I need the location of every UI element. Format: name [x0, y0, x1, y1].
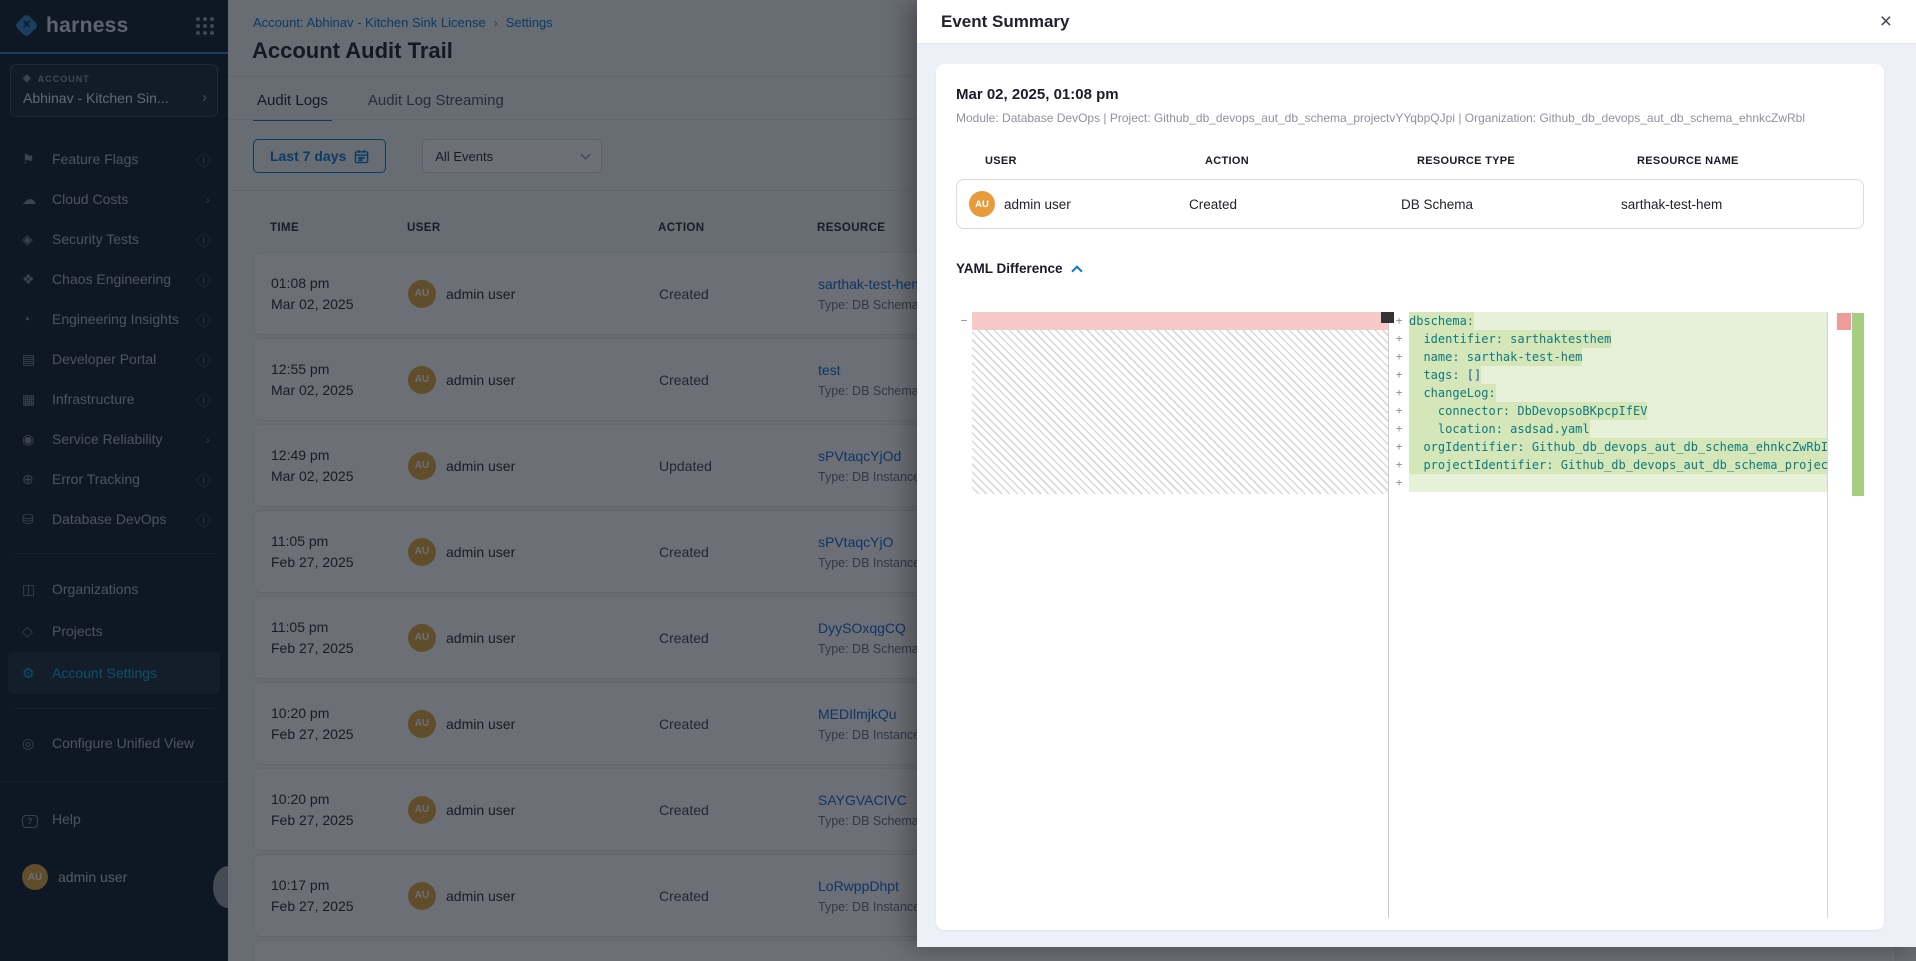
- diff-inserted-line: + connector: DbDevopsoBKpcpIfEV: [1389, 402, 1827, 420]
- drawer-title: Event Summary: [941, 12, 1874, 32]
- event-card: Mar 02, 2025, 01:08 pm Module: Database …: [936, 64, 1884, 930]
- diff-insert-gutter: +: [1389, 474, 1409, 492]
- diff-insert-gutter: +: [1389, 456, 1409, 474]
- diff-deleted-line: [972, 312, 1388, 330]
- event-user: admin user: [1004, 197, 1071, 212]
- yaml-difference-toggle[interactable]: YAML Difference: [956, 261, 1116, 276]
- col-action: ACTION: [1205, 155, 1417, 167]
- yaml-difference-label: YAML Difference: [956, 261, 1063, 276]
- diff-insert-gutter: +: [1389, 366, 1409, 384]
- diff-code-border: [1827, 312, 1828, 918]
- app-root: ✕ harness ◈ ACCOUNT Abhinav - Kitchen Si…: [0, 0, 1916, 961]
- diff-inserted-line: + tags: []: [1389, 366, 1827, 384]
- overview-ruler-delete-marker: [1837, 313, 1851, 330]
- diff-inserted-line: +: [1389, 474, 1827, 492]
- overview-ruler-insert-marker: [1852, 313, 1864, 496]
- diff-insert-gutter: +: [1389, 330, 1409, 348]
- diff-inserted-line: + location: asdsad.yaml: [1389, 420, 1827, 438]
- diff-inserted-line: + orgIdentifier: Github_db_devops_aut_db…: [1389, 438, 1827, 456]
- event-table-header: USER ACTION RESOURCE TYPE RESOURCE NAME: [956, 155, 1864, 167]
- chevron-up-icon: [1071, 265, 1082, 276]
- diff-inserted-line: + changeLog:: [1389, 384, 1827, 402]
- diff-inserted-line: + name: sarthak-test-hem: [1389, 348, 1827, 366]
- event-action: Created: [1189, 197, 1401, 212]
- diff-empty-region: [972, 330, 1388, 494]
- avatar: AU: [969, 191, 995, 217]
- event-summary-drawer: Event Summary × Mar 02, 2025, 01:08 pm M…: [917, 0, 1916, 947]
- diff-inserted-line: + projectIdentifier: Github_db_devops_au…: [1389, 456, 1827, 474]
- col-user: USER: [985, 155, 1205, 167]
- diff-original-pane: −: [956, 312, 1388, 930]
- event-table-row: AU admin user Created DB Schema sarthak-…: [956, 179, 1864, 229]
- diff-delete-gutter: −: [956, 312, 972, 330]
- diff-insert-gutter: +: [1389, 420, 1409, 438]
- event-timestamp: Mar 02, 2025, 01:08 pm: [956, 86, 1864, 103]
- diff-inserted-line: + identifier: sarthaktesthem: [1389, 330, 1827, 348]
- drawer-body: Mar 02, 2025, 01:08 pm Module: Database …: [917, 44, 1916, 947]
- col-resource-type: RESOURCE TYPE: [1417, 155, 1637, 167]
- diff-insert-gutter: +: [1389, 348, 1409, 366]
- event-meta: Module: Database DevOps | Project: Githu…: [956, 111, 1864, 125]
- diff-inserted-line: + dbschema:: [1389, 312, 1827, 330]
- close-icon[interactable]: ×: [1874, 9, 1898, 34]
- event-resource-name: sarthak-test-hem: [1621, 197, 1863, 212]
- drawer-header: Event Summary ×: [917, 0, 1916, 44]
- col-resource-name: RESOURCE NAME: [1637, 155, 1864, 167]
- diff-insert-gutter: +: [1389, 384, 1409, 402]
- diff-insert-gutter: +: [1389, 402, 1409, 420]
- event-resource-type: DB Schema: [1401, 197, 1621, 212]
- diff-modified-pane[interactable]: + dbschema: + identifier: sarthaktesthem…: [1389, 312, 1827, 930]
- diff-resize-sash[interactable]: [1381, 312, 1394, 323]
- yaml-diff-editor: − + dbschema:: [956, 312, 1864, 930]
- diff-insert-gutter: +: [1389, 438, 1409, 456]
